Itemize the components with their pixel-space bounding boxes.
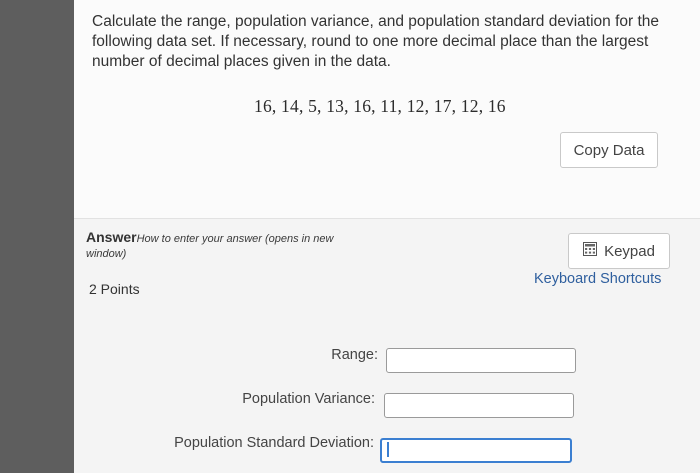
question-section: Calculate the range, population variance… xyxy=(74,0,700,218)
keypad-label: Keypad xyxy=(604,242,655,260)
data-set: 16, 14, 5, 13, 16, 11, 12, 17, 12, 16 xyxy=(254,96,506,116)
keypad-button[interactable]: Keypad xyxy=(568,233,670,269)
answer-heading: AnswerHow to enter your answer (opens in… xyxy=(86,229,376,261)
answer-section: AnswerHow to enter your answer (opens in… xyxy=(74,218,700,473)
range-input[interactable] xyxy=(386,348,576,373)
keypad-icon xyxy=(583,242,598,260)
copy-data-button[interactable]: Copy Data xyxy=(560,132,658,168)
question-panel: Calculate the range, population variance… xyxy=(74,0,700,473)
keyboard-shortcuts-link[interactable]: Keyboard Shortcuts xyxy=(534,271,661,287)
text-caret xyxy=(387,442,389,457)
question-instruction: Calculate the range, population variance… xyxy=(92,13,660,70)
range-label: Range: xyxy=(331,347,378,363)
population-standard-deviation-label: Population Standard Deviation: xyxy=(174,435,374,451)
population-variance-input[interactable] xyxy=(384,393,574,418)
answer-label: Answer xyxy=(86,229,137,245)
population-variance-label: Population Variance: xyxy=(242,391,375,407)
points-label: 2 Points xyxy=(89,281,140,297)
population-standard-deviation-input[interactable] xyxy=(380,438,572,463)
